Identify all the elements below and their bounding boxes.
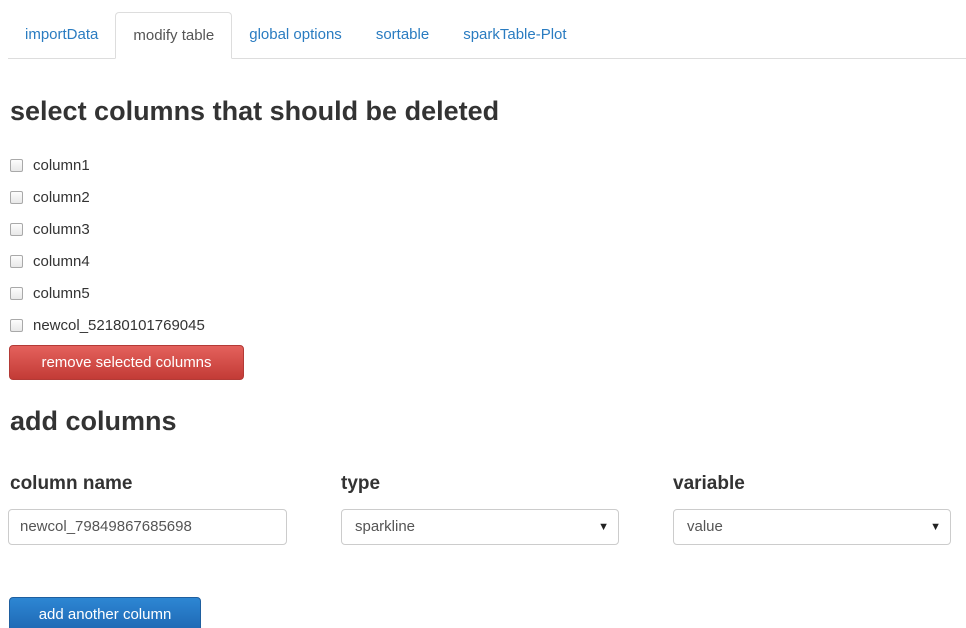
- column-checkbox-row[interactable]: column3: [10, 213, 205, 245]
- add-another-column-button[interactable]: add another column: [9, 597, 201, 628]
- tab-modify-table[interactable]: modify table: [115, 12, 233, 59]
- tab-import-data[interactable]: importData: [8, 12, 115, 58]
- variable-select-value: value: [687, 518, 723, 535]
- type-label: type: [341, 473, 381, 494]
- checkbox-unchecked-icon[interactable]: [10, 222, 23, 236]
- variable-select[interactable]: value ▼: [673, 509, 951, 545]
- checkbox-label[interactable]: newcol_52180101769045: [33, 317, 205, 334]
- type-select[interactable]: sparkline ▼: [341, 509, 619, 545]
- checkbox-label[interactable]: column3: [33, 221, 90, 238]
- checkbox-unchecked-icon[interactable]: [10, 190, 23, 204]
- tab-sortable[interactable]: sortable: [359, 12, 446, 58]
- tab-bar: importData modify table global options s…: [8, 11, 966, 59]
- delete-columns-heading: select columns that should be deleted: [10, 96, 500, 126]
- column-name-input[interactable]: newcol_79849867685698: [8, 509, 287, 545]
- delete-columns-checkbox-list: column1 column2 column3 column4 column5 …: [10, 149, 205, 341]
- column-checkbox-row[interactable]: newcol_52180101769045: [10, 309, 205, 341]
- column-name-label: column name: [10, 473, 133, 494]
- dropdown-arrow-icon: ▼: [598, 521, 609, 533]
- variable-label: variable: [673, 473, 745, 494]
- remove-selected-columns-button[interactable]: remove selected columns: [9, 345, 244, 380]
- column-checkbox-row[interactable]: column2: [10, 181, 205, 213]
- checkbox-unchecked-icon[interactable]: [10, 318, 23, 332]
- checkbox-label[interactable]: column1: [33, 157, 90, 174]
- checkbox-label[interactable]: column4: [33, 253, 90, 270]
- add-columns-heading: add columns: [10, 406, 177, 436]
- checkbox-unchecked-icon[interactable]: [10, 286, 23, 300]
- checkbox-unchecked-icon[interactable]: [10, 158, 23, 172]
- checkbox-unchecked-icon[interactable]: [10, 254, 23, 268]
- column-checkbox-row[interactable]: column5: [10, 277, 205, 309]
- app-page: importData modify table global options s…: [0, 0, 966, 628]
- type-select-value: sparkline: [355, 518, 416, 535]
- checkbox-label[interactable]: column5: [33, 285, 90, 302]
- tab-sparktable-plot[interactable]: sparkTable-Plot: [446, 12, 583, 58]
- column-checkbox-row[interactable]: column1: [10, 149, 205, 181]
- dropdown-arrow-icon: ▼: [930, 521, 941, 533]
- checkbox-label[interactable]: column2: [33, 189, 90, 206]
- tab-global-options[interactable]: global options: [232, 12, 359, 58]
- column-checkbox-row[interactable]: column4: [10, 245, 205, 277]
